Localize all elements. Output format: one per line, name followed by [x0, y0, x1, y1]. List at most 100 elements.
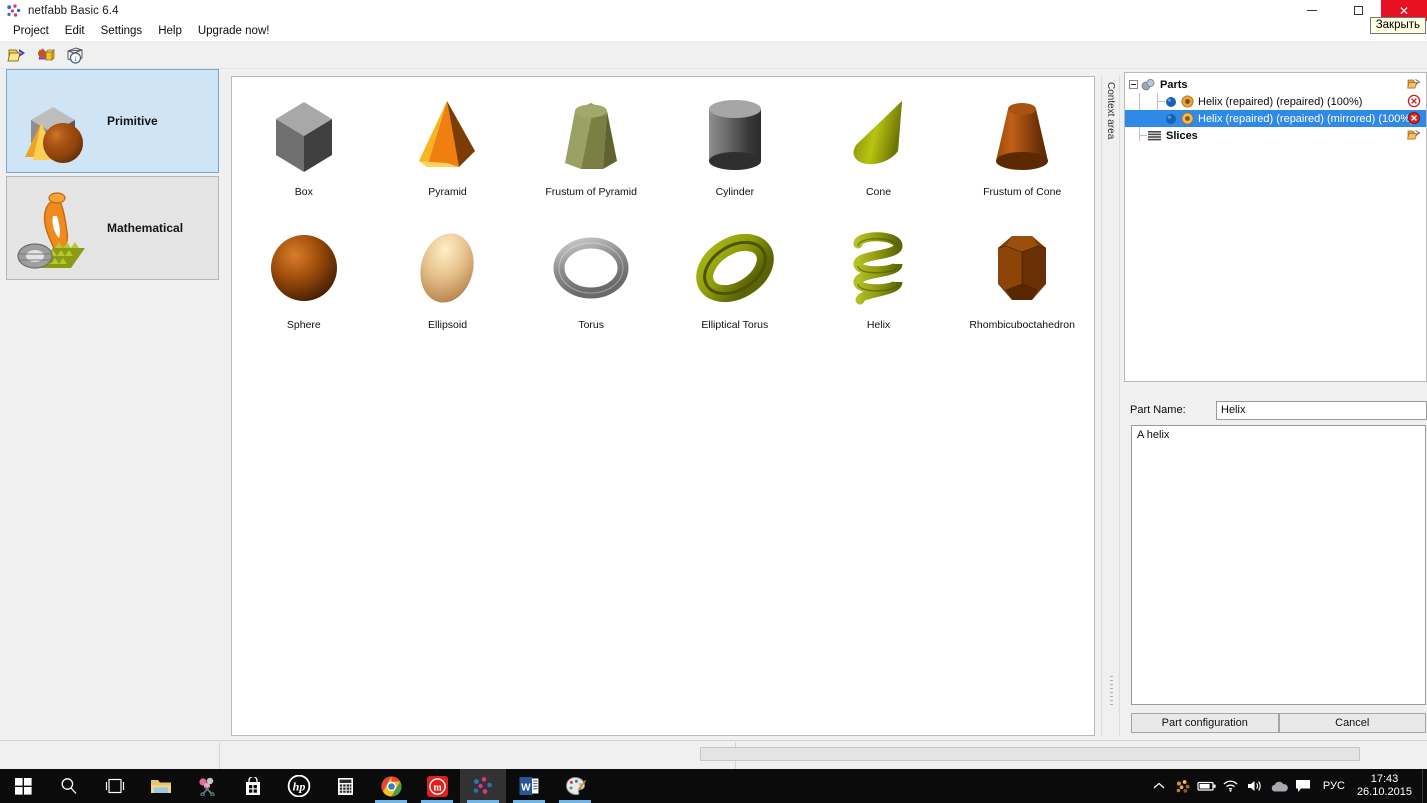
window-title: netfabb Basic 6.4 — [28, 4, 119, 17]
cone-shape-icon — [828, 89, 928, 185]
scissors-icon — [197, 777, 217, 796]
shape-label: Cone — [865, 186, 892, 198]
svg-text:W: W — [521, 782, 531, 793]
show-desktop-button[interactable] — [1422, 769, 1427, 803]
shape-label: Rhombicuboctahedron — [969, 319, 1075, 331]
cancel-button[interactable]: Cancel — [1278, 713, 1426, 733]
shape-item-sphere[interactable]: Sphere — [232, 216, 376, 349]
shape-label: Cylinder — [715, 186, 755, 198]
search-button[interactable] — [46, 769, 92, 803]
tree-row-slices[interactable]: Slices — [1125, 127, 1426, 144]
language-indicator[interactable]: РУС — [1315, 780, 1353, 792]
sidebar-item-mathematical[interactable]: Mathematical — [6, 176, 219, 280]
shape-label: Torus — [578, 319, 604, 331]
paint-button[interactable] — [552, 769, 598, 803]
task-view-button[interactable] — [92, 769, 138, 803]
shape-item-box[interactable]: Box — [232, 83, 376, 216]
add-primitive-button[interactable] — [33, 43, 59, 67]
onedrive-icon-button[interactable] — [1267, 769, 1291, 803]
shape-label: Helix — [866, 319, 891, 331]
shape-item-pyramid[interactable]: Pyramid — [376, 83, 520, 216]
context-area-splitter[interactable]: Context area — [1101, 76, 1120, 736]
primitive-gallery-panel: Box Pyramid Frustum of Pyramid Cylinder … — [231, 76, 1095, 736]
netfabb-tray-icon[interactable] — [1171, 769, 1195, 803]
shape-item-ellipsoid[interactable]: Ellipsoid — [376, 216, 520, 349]
minimize-icon — [1307, 10, 1317, 11]
chrome-button[interactable] — [368, 769, 414, 803]
m-app-button[interactable]: m — [414, 769, 460, 803]
clock-time: 17:43 — [1370, 773, 1399, 785]
svg-text:m: m — [433, 782, 442, 793]
part-status-icon — [1181, 95, 1194, 108]
part-description-textarea[interactable]: A helix — [1131, 425, 1426, 705]
shape-item-frustum-of-cone[interactable]: Frustum of Cone — [950, 83, 1094, 216]
folder-icon[interactable] — [1407, 128, 1422, 143]
delete-icon[interactable] — [1407, 94, 1422, 109]
collapse-icon[interactable] — [1129, 80, 1138, 89]
part-name-input[interactable] — [1216, 400, 1427, 420]
part-name-row: Part Name: — [1130, 400, 1427, 420]
shape-item-elliptical-torus[interactable]: Elliptical Torus — [663, 216, 807, 349]
start-button[interactable] — [0, 769, 46, 803]
clock-date: 26.10.2015 — [1356, 786, 1412, 798]
toolbar: i — [0, 41, 1427, 69]
calculator-button[interactable] — [322, 769, 368, 803]
word-button[interactable]: W — [506, 769, 552, 803]
part-info-button[interactable]: i — [61, 43, 87, 67]
network-status-icon[interactable] — [1219, 769, 1243, 803]
svg-text:hp: hp — [293, 780, 306, 794]
folder-icon[interactable] — [1407, 77, 1422, 92]
maximize-icon — [1353, 6, 1363, 15]
mathematical-shapes-thumb — [11, 182, 103, 274]
shape-item-cone[interactable]: Cone — [807, 83, 951, 216]
battery-status-icon[interactable] — [1195, 769, 1219, 803]
primitive-shapes-thumb — [11, 75, 103, 167]
file-explorer-button[interactable] — [138, 769, 184, 803]
shape-item-cylinder[interactable]: Cylinder — [663, 83, 807, 216]
part-configuration-button[interactable]: Part configuration — [1131, 713, 1279, 733]
chevron-up-icon — [1153, 782, 1165, 789]
shape-label: Pyramid — [428, 186, 467, 198]
wifi-icon — [1223, 780, 1238, 792]
shape-grid: Box Pyramid Frustum of Pyramid Cylinder … — [232, 83, 1094, 349]
menu-item-project[interactable]: Project — [5, 23, 57, 39]
shape-item-frustum-of-pyramid[interactable]: Frustum of Pyramid — [519, 83, 663, 216]
menu-item-upgrade-now[interactable]: Upgrade now! — [190, 23, 278, 39]
volume-icon-button[interactable] — [1243, 769, 1267, 803]
action-center-button[interactable] — [1291, 769, 1315, 803]
status-segment-1 — [0, 741, 220, 769]
tree-row-parts[interactable]: Parts — [1125, 76, 1426, 93]
category-sidebar: Primitive Mathematical — [0, 69, 226, 736]
shape-item-helix[interactable]: Helix — [807, 216, 951, 349]
show-hidden-icons-button[interactable] — [1147, 769, 1171, 803]
splitter-grip[interactable] — [1110, 676, 1113, 716]
cloud-icon — [1271, 781, 1288, 791]
hp-app-button[interactable]: hp — [276, 769, 322, 803]
sidebar-item-primitive[interactable]: Primitive — [6, 69, 219, 173]
shape-item-torus[interactable]: Torus — [519, 216, 663, 349]
shape-item-rhombicuboctahedron[interactable]: Rhombicuboctahedron — [950, 216, 1094, 349]
snipping-tool-button[interactable] — [184, 769, 230, 803]
open-project-button[interactable] — [5, 43, 31, 67]
part-tree[interactable]: Parts Helix (repaired) (repaired) (100%)… — [1124, 72, 1427, 382]
helix-shape-icon — [828, 222, 928, 318]
minimize-button[interactable] — [1289, 0, 1335, 21]
store-button[interactable] — [230, 769, 276, 803]
torus-shape-icon — [541, 222, 641, 318]
elliptical-torus-shape-icon — [685, 222, 785, 318]
menu-item-settings[interactable]: Settings — [93, 23, 151, 39]
tree-row-part-2[interactable]: Helix (repaired) (repaired) (mirrored) (… — [1125, 110, 1426, 127]
netfabb-button[interactable] — [460, 769, 506, 803]
tree-row-part-1[interactable]: Helix (repaired) (repaired) (100%) — [1125, 93, 1426, 110]
netfabb-logo-icon — [472, 776, 494, 796]
shape-label: Elliptical Torus — [701, 319, 769, 331]
m-circle-icon: m — [426, 775, 448, 797]
delete-icon[interactable] — [1407, 111, 1422, 126]
menu-bar: Project Edit Settings Help Upgrade now! — [0, 21, 1427, 41]
main-panel-hscrollbar[interactable] — [231, 721, 1095, 735]
menu-item-help[interactable]: Help — [150, 23, 190, 39]
clock[interactable]: 17:43 26.10.2015 — [1353, 773, 1422, 799]
battery-icon — [1197, 781, 1216, 791]
menu-item-edit[interactable]: Edit — [57, 23, 93, 39]
system-tray: РУС 17:43 26.10.2015 — [1147, 769, 1427, 803]
